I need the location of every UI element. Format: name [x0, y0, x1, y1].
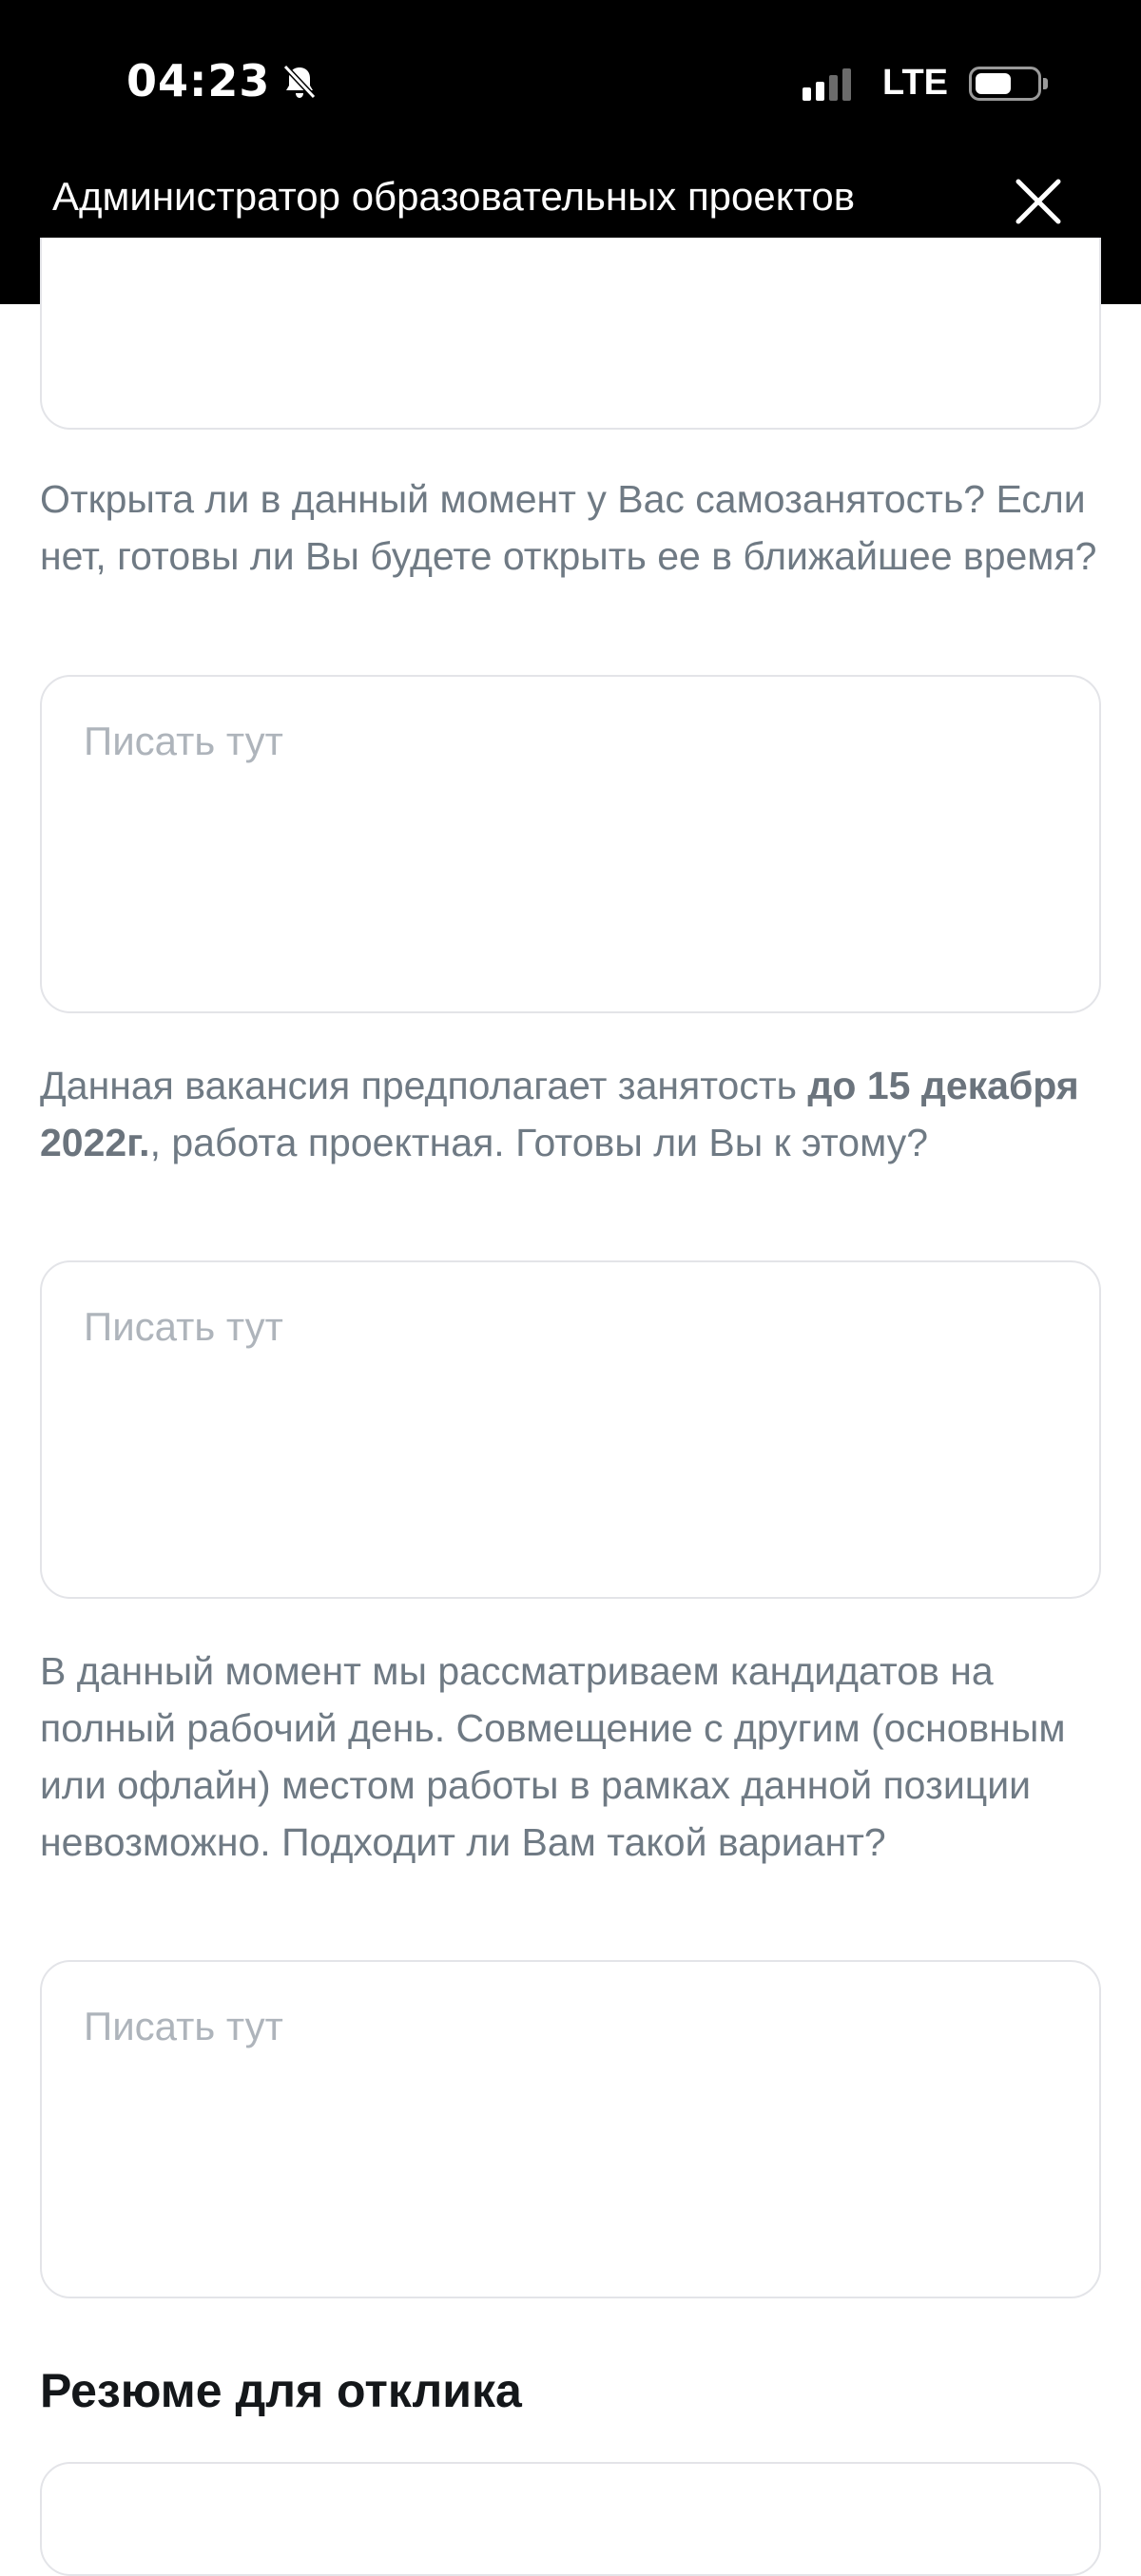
question-text-part: Данная вакансия предполагает занятость	[40, 1064, 808, 1107]
battery-tip	[1043, 77, 1048, 89]
signal-bar	[803, 87, 812, 101]
signal-bar	[816, 81, 825, 101]
question-full-time: В данный момент мы рассматриваем кандида…	[40, 1649, 1066, 1864]
battery-icon	[969, 66, 1048, 101]
resume-section-title: Резюме для отклика	[40, 2364, 522, 2417]
status-time-text: 04:23	[126, 55, 271, 106]
signal-icon	[803, 67, 856, 101]
question-self-employment: Открыта ли в данный момент у Вас самозан…	[40, 477, 1097, 578]
signal-bar	[842, 67, 852, 101]
question-text-part: , работа проектная. Готовы ли Вы к этому…	[149, 1121, 929, 1164]
close-icon	[1015, 179, 1061, 224]
answer-employment-period-input[interactable]	[40, 1260, 1101, 1599]
question-employment-period: Данная вакансия предполагает занятость д…	[40, 1057, 1105, 1171]
resume-select-box[interactable]	[40, 2462, 1101, 2576]
battery-level	[976, 72, 1011, 94]
network-type: LTE	[882, 63, 948, 103]
status-time: 04:23	[126, 55, 319, 106]
close-button[interactable]	[1013, 176, 1064, 227]
previous-answer-field[interactable]	[40, 238, 1101, 430]
bell-slash-icon	[280, 61, 319, 101]
answer-full-time-input[interactable]	[40, 1960, 1101, 2298]
page-title: Администратор образовательных проектов	[52, 174, 856, 219]
answer-self-employment-input[interactable]	[40, 675, 1101, 1013]
signal-bar	[829, 74, 839, 101]
status-indicators: LTE	[803, 63, 1048, 104]
